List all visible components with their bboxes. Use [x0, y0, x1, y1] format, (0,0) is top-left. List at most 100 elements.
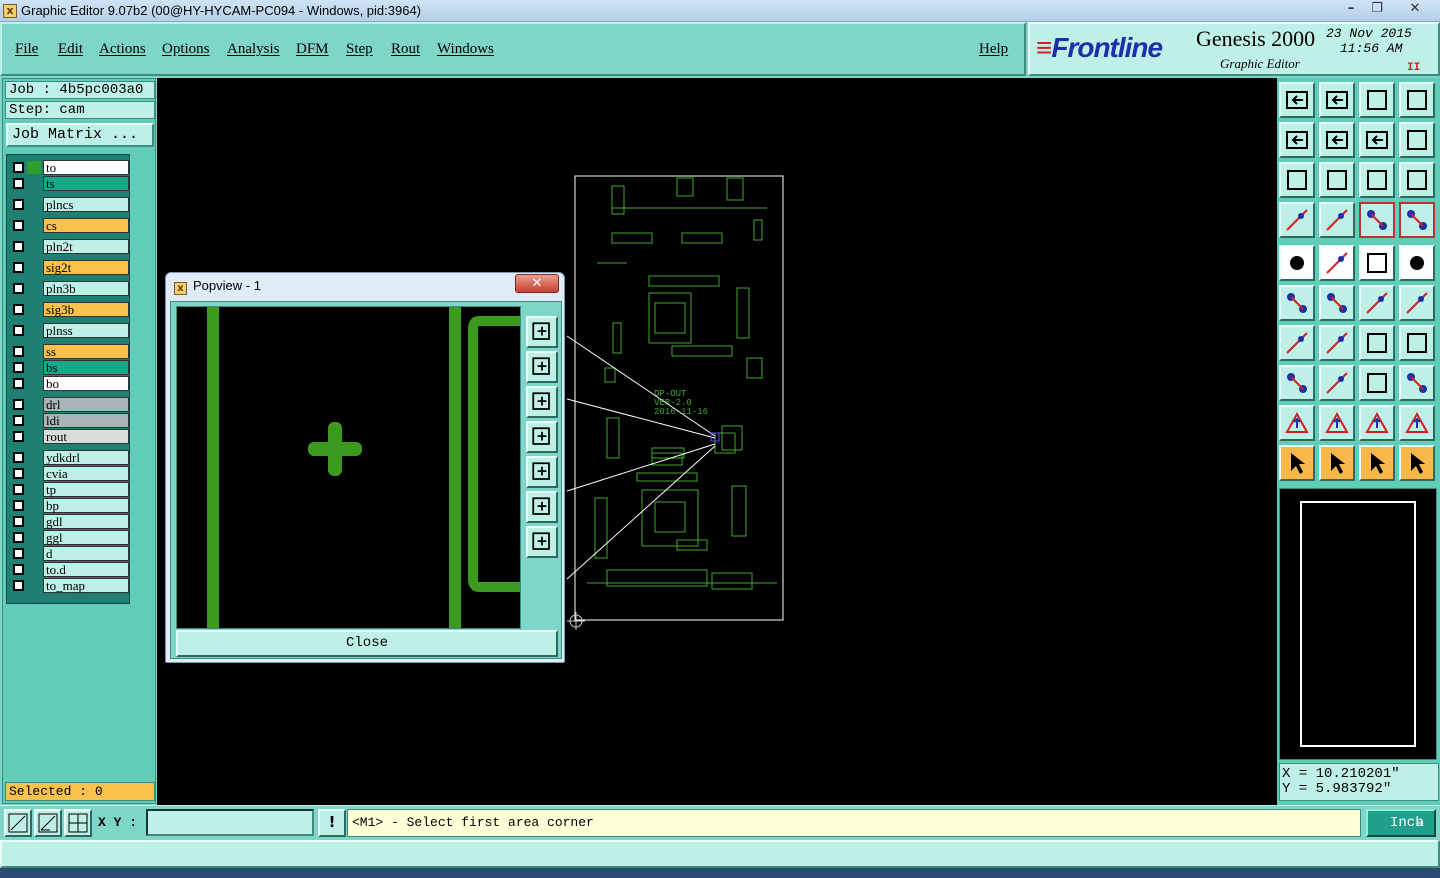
layer-name[interactable]: plncs [43, 197, 129, 212]
restore-button[interactable]: ❐ [1362, 0, 1392, 20]
layer-checkbox[interactable] [13, 564, 24, 575]
layer-name[interactable]: ydkdrl [43, 450, 129, 465]
layer-name[interactable]: gdl [43, 514, 129, 529]
segment-button[interactable] [1359, 285, 1395, 321]
undo-zoom-button[interactable] [1359, 122, 1395, 158]
layer-row[interactable]: to [9, 160, 129, 175]
alert-button[interactable]: ! [318, 809, 346, 837]
layer-checkbox[interactable] [13, 283, 24, 294]
layer-checkbox[interactable] [13, 162, 24, 173]
layer-name[interactable]: to_map [43, 578, 129, 593]
menu-rout[interactable]: Rout [391, 41, 420, 58]
layer-name[interactable]: sig3b [43, 302, 129, 317]
layer-row[interactable]: ss [9, 344, 129, 359]
layer-row[interactable]: sig3b [9, 302, 129, 317]
split-view-button[interactable] [1399, 82, 1435, 118]
unit-selector[interactable]: Inch ≡ [1366, 809, 1436, 837]
select-box-button[interactable] [1319, 445, 1355, 481]
triangle-cut-button[interactable] [1399, 405, 1435, 441]
probe-button[interactable] [1319, 202, 1355, 238]
layer-row[interactable]: to_map [9, 578, 129, 593]
layer-checkbox[interactable] [13, 532, 24, 543]
popview-fit-button[interactable] [526, 491, 558, 523]
layer-row[interactable]: ldi [9, 413, 129, 428]
menu-analysis[interactable]: Analysis [227, 41, 280, 58]
layer-checkbox[interactable] [13, 580, 24, 591]
snap-grid-button[interactable] [4, 809, 32, 837]
layer-row[interactable]: sig2t [9, 260, 129, 275]
arc-button[interactable] [1399, 285, 1435, 321]
layer-name[interactable]: to [43, 160, 129, 175]
pan-right-button[interactable] [1319, 122, 1355, 158]
layer-checkbox[interactable] [13, 431, 24, 442]
layer-row[interactable]: bp [9, 498, 129, 513]
layer-row[interactable]: plncs [9, 197, 129, 212]
menu-step[interactable]: Step [346, 41, 373, 58]
menu-file[interactable]: File [15, 41, 38, 58]
zoom-home-button[interactable] [1279, 82, 1315, 118]
layer-checkbox[interactable] [13, 452, 24, 463]
select-circle-button[interactable] [1359, 445, 1395, 481]
layer-row[interactable]: bs [9, 360, 129, 375]
select-multi-button[interactable] [1399, 445, 1435, 481]
component-button[interactable] [1399, 365, 1435, 401]
layer-checkbox[interactable] [13, 378, 24, 389]
slash-button[interactable] [1319, 325, 1355, 361]
menu-edit[interactable]: Edit [58, 41, 83, 58]
layer-name[interactable]: ts [43, 176, 129, 191]
triangle-up-button[interactable] [1319, 405, 1355, 441]
layer-checkbox[interactable] [13, 304, 24, 315]
home-button[interactable] [1359, 82, 1395, 118]
fit-all-button[interactable] [1279, 162, 1315, 198]
xy-input[interactable] [146, 809, 314, 836]
layer-name[interactable]: pln2t [43, 239, 129, 254]
fit-profile-button[interactable] [1319, 162, 1355, 198]
popview-close-x-button[interactable]: ✕ [515, 274, 559, 293]
layer-name[interactable]: to.d [43, 562, 129, 577]
cross-button[interactable] [1319, 285, 1355, 321]
net-select-button[interactable] [1399, 202, 1435, 238]
layer-row[interactable]: cs [9, 218, 129, 233]
popview-pan-right-button[interactable] [526, 456, 558, 488]
one-to-one-button[interactable] [1359, 162, 1395, 198]
layer-checkbox[interactable] [13, 178, 24, 189]
layer-checkbox[interactable] [13, 468, 24, 479]
layer-name[interactable]: drl [43, 397, 129, 412]
menu-options[interactable]: Options [162, 41, 210, 58]
popview-close-button[interactable]: Close [176, 630, 558, 657]
layer-row[interactable]: gdl [9, 514, 129, 529]
menu-dfm[interactable]: DFM [296, 41, 329, 58]
layer-checkbox[interactable] [13, 516, 24, 527]
popview-canvas[interactable] [176, 306, 521, 629]
distance-button[interactable] [1359, 365, 1395, 401]
pad-button[interactable] [1279, 245, 1315, 281]
layer-checkbox[interactable] [13, 415, 24, 426]
angle-button[interactable] [1279, 325, 1315, 361]
select-arrow-button[interactable] [1279, 445, 1315, 481]
ruler-button[interactable] [1359, 245, 1395, 281]
layer-row[interactable]: drl [9, 397, 129, 412]
layer-checkbox[interactable] [13, 241, 24, 252]
layer-checkbox[interactable] [13, 199, 24, 210]
layer-name[interactable]: cvia [43, 466, 129, 481]
zoom-fit-button[interactable] [1319, 82, 1355, 118]
layer-row[interactable]: rout [9, 429, 129, 444]
layer-checkbox[interactable] [13, 325, 24, 336]
triangle-filled-button[interactable] [1359, 405, 1395, 441]
pause-indicator[interactable]: II [1407, 62, 1420, 74]
job-matrix-button[interactable]: Job Matrix ... [6, 123, 154, 147]
layer-checkbox[interactable] [13, 220, 24, 231]
triangle-button[interactable] [1279, 405, 1315, 441]
layer-name[interactable]: tp [43, 482, 129, 497]
mirror-button[interactable] [1399, 325, 1435, 361]
pan-left-button[interactable] [1279, 122, 1315, 158]
snap-angle-button[interactable] [34, 809, 62, 837]
menu-help[interactable]: Help [979, 41, 1008, 58]
layer-name[interactable]: sig2t [43, 260, 129, 275]
layer-name[interactable]: rout [43, 429, 129, 444]
snap-tool-button[interactable] [1279, 202, 1315, 238]
close-window-button[interactable]: ✕ [1400, 0, 1430, 20]
redo-zoom-button[interactable] [1399, 122, 1435, 158]
layer-row[interactable]: plnss [9, 323, 129, 338]
overview-window[interactable] [1279, 488, 1437, 760]
